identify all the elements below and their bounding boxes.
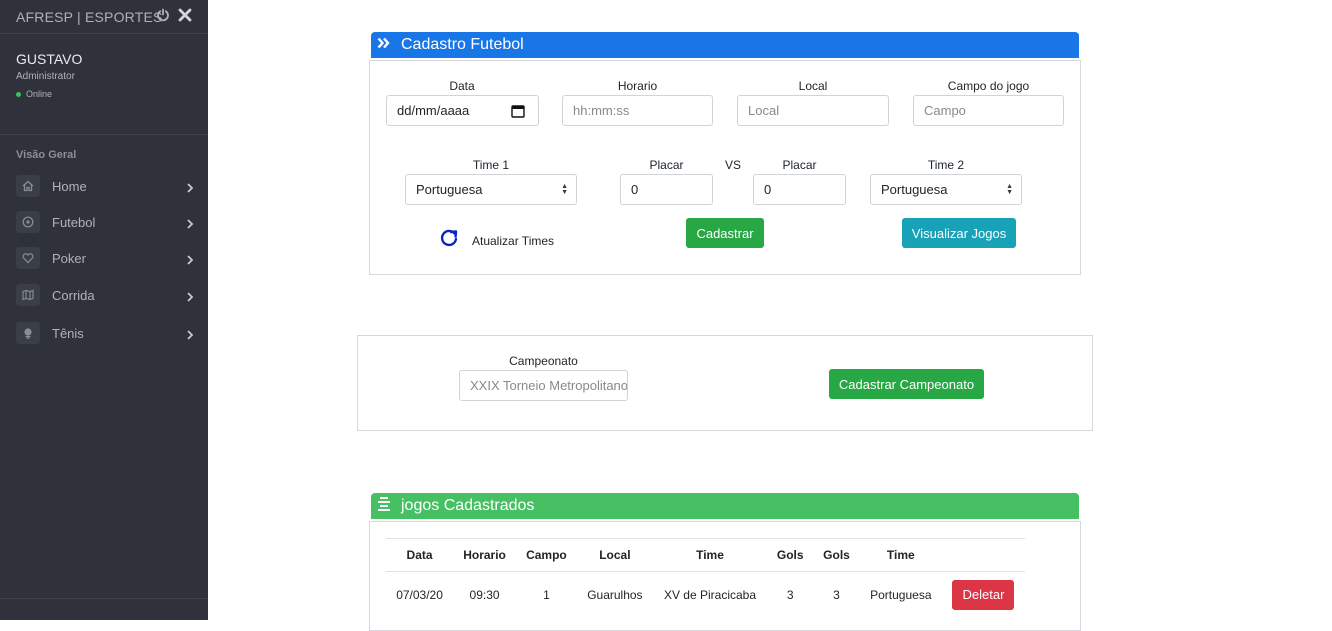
column-header: Time [652,538,768,572]
cell-time2: Portuguesa [870,587,932,602]
chevron-right-icon [186,216,194,234]
column-header: Gols [813,538,860,572]
refresh-icon [439,228,459,253]
sidebar-item-tenis[interactable]: Tênis [16,321,200,345]
user-panel: GUSTAVO Administrator Online [16,51,82,99]
sidebar-divider [0,134,208,135]
select-caret-icon: ▲ ▼ [561,183,568,196]
chevron-right-icon [186,327,194,345]
cadastro-card-header: Cadastro Futebol [371,32,1079,58]
cell-horario: 09:30 [469,587,500,602]
close-icon[interactable] [178,8,192,22]
cadastro-title: Cadastro Futebol [401,36,524,53]
sidebar-item-label: Poker [52,250,86,266]
date-input-value: dd/mm/aaaa [397,103,470,118]
jogos-title: jogos Cadastrados [401,497,535,514]
delete-button[interactable]: Deletar [952,579,1015,610]
power-icon[interactable] [156,8,170,22]
cell-action: Deletar [942,572,1025,618]
user-role: Administrator [16,71,75,82]
user-name: GUSTAVO [16,51,83,67]
cell-data: 07/03/20 [396,587,443,602]
sidebar: AFRESP | ESPORTES GUSTAVO Administrator … [0,0,208,620]
sidebar-item-label: Home [52,178,87,194]
select-caret-icon: ▲ ▼ [1006,183,1013,196]
time2-select-value: Portuguesa [881,182,948,197]
campo-input[interactable]: Campo [913,95,1064,126]
heart-icon [16,247,40,269]
sidebar-item-label: Tênis [52,325,84,341]
column-header: Gols [767,538,814,572]
cell-time1: XV de Piracicaba [663,587,757,602]
refresh-teams-label: Atualizar Times [472,233,555,248]
placar1-input[interactable]: 0 [620,174,713,205]
placar2-input[interactable]: 0 [753,174,846,205]
campeonato-label: Campeonato [509,354,578,368]
cell-gols1: 3 [786,587,794,602]
soccer-ball-icon [16,211,40,233]
sidebar-item-poker[interactable]: Poker [16,246,200,270]
local-input[interactable]: Local [737,95,889,126]
time1-select[interactable]: Portuguesa ▲ ▼ [405,174,577,205]
user-status-label: Online [26,89,53,99]
home-icon [16,175,40,197]
column-header: Horario [453,538,517,572]
chevron-right-icon [186,180,194,198]
jogos-card-header: jogos Cadastrados [371,493,1079,519]
calendar-icon[interactable] [511,104,525,121]
column-header: Campo [516,538,577,572]
date-input[interactable]: dd/mm/aaaa [386,95,539,126]
map-icon [16,284,40,306]
placar1-label: Placar [649,158,684,172]
vs-label: VS [724,158,741,172]
sidebar-item-label: Corrida [52,287,95,303]
time1-label: Time 1 [472,158,510,172]
column-header: Data [386,538,454,572]
sidebar-item-corrida[interactable]: Corrida [16,283,200,307]
sidebar-item-label: Futebol [52,214,96,230]
local-label: Local [798,79,828,93]
cell-gols2: 3 [833,587,840,602]
visualizar-jogos-button[interactable]: Visualizar Jogos [902,218,1016,248]
games-table: Data Horario Campo Local Time Gols Gols … [386,538,1025,618]
time1-select-value: Portuguesa [416,182,483,197]
refresh-teams-button[interactable]: Atualizar Times [439,228,554,253]
horario-label: Horario [617,79,658,93]
online-dot-icon [16,91,21,97]
cell-local: Guarulhos [587,587,643,602]
time2-label: Time 2 [927,158,965,172]
column-header [941,538,1025,572]
brand-actions [156,8,192,22]
cadastrar-button[interactable]: Cadastrar [686,218,764,248]
chevron-right-icon [186,289,194,307]
list-icon [377,496,391,517]
cadastrar-campeonato-button[interactable]: Cadastrar Campeonato [829,369,984,399]
column-header: Time [859,538,942,572]
horario-input[interactable]: hh:mm:ss [562,95,713,126]
table-header-row: Data Horario Campo Local Time Gols Gols … [386,538,1025,572]
brand-title: AFRESP | ESPORTES [16,8,163,25]
campeonato-input[interactable]: XXIX Torneio Metropolitano [459,370,628,401]
section-title: Visão Geral [16,149,77,161]
table-row: 07/03/20 09:30 1 Guarulhos XV de Piracic… [386,572,1025,618]
sidebar-item-futebol[interactable]: Futebol [16,210,200,234]
column-header: Local [576,538,653,572]
tennis-icon [16,322,40,344]
time2-select[interactable]: Portuguesa ▲ ▼ [870,174,1022,205]
data-label: Data [449,79,475,93]
cell-campo: 1 [543,587,550,602]
sidebar-item-home[interactable]: Home [16,174,200,198]
placar2-label: Placar [782,158,817,172]
chevron-right-icon [186,252,194,270]
double-chevron-right-icon [377,36,391,54]
user-status: Online [16,89,82,99]
campo-label: Campo do jogo [947,79,1030,93]
sidebar-footer-divider [0,598,208,599]
